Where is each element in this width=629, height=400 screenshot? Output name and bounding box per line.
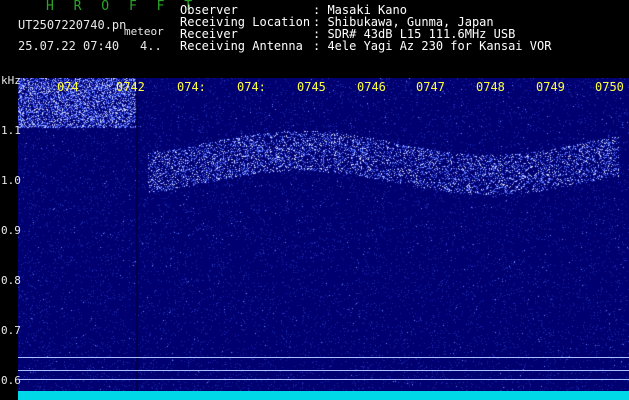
y-label: 0.9 [1, 224, 21, 237]
info-value: : 4ele Yagi Az 230 for Kansai VOR [313, 39, 552, 53]
meteor-label: meteor [124, 25, 164, 38]
time-label: 0749 [536, 80, 565, 94]
time-label: 074 [57, 80, 79, 94]
carrier-line [18, 370, 629, 371]
carrier-line [18, 379, 629, 380]
y-label: 0.6 [1, 374, 21, 387]
station-info: Observer : Masaki Kano Receiving Locatio… [180, 4, 551, 52]
y-label: 0.7 [1, 324, 21, 337]
time-label: 0747 [416, 80, 445, 94]
noise-band [18, 391, 629, 400]
y-label: 0.8 [1, 274, 21, 287]
time-label: 0748 [476, 80, 505, 94]
time-label: 074: [237, 80, 266, 94]
header-panel: H R O F F T UT2507220740.pn meteor 25.07… [0, 0, 629, 74]
time-label: 0750 [595, 80, 624, 94]
y-label: 1.1 [1, 124, 21, 137]
spectrogram-canvas [18, 78, 629, 400]
time-label: 0745 [297, 80, 326, 94]
carrier-line [18, 357, 629, 358]
spectrogram-plot [18, 78, 629, 400]
time-label: 074: [177, 80, 206, 94]
file-name: UT2507220740.pn [18, 18, 127, 32]
date-time: 25.07.22 07:40 [18, 39, 120, 53]
info-row-antenna: Receiving Antenna : 4ele Yagi Az 230 for… [180, 40, 551, 52]
count-label: 4.. [140, 39, 162, 53]
time-label: 0742 [116, 80, 145, 94]
info-key: Receiving Antenna [180, 39, 303, 53]
axis-unit: kHz [1, 74, 21, 87]
y-label: 1.0 [1, 174, 21, 187]
time-label: 0746 [357, 80, 386, 94]
brand-title: H R O F F T [46, 0, 199, 14]
